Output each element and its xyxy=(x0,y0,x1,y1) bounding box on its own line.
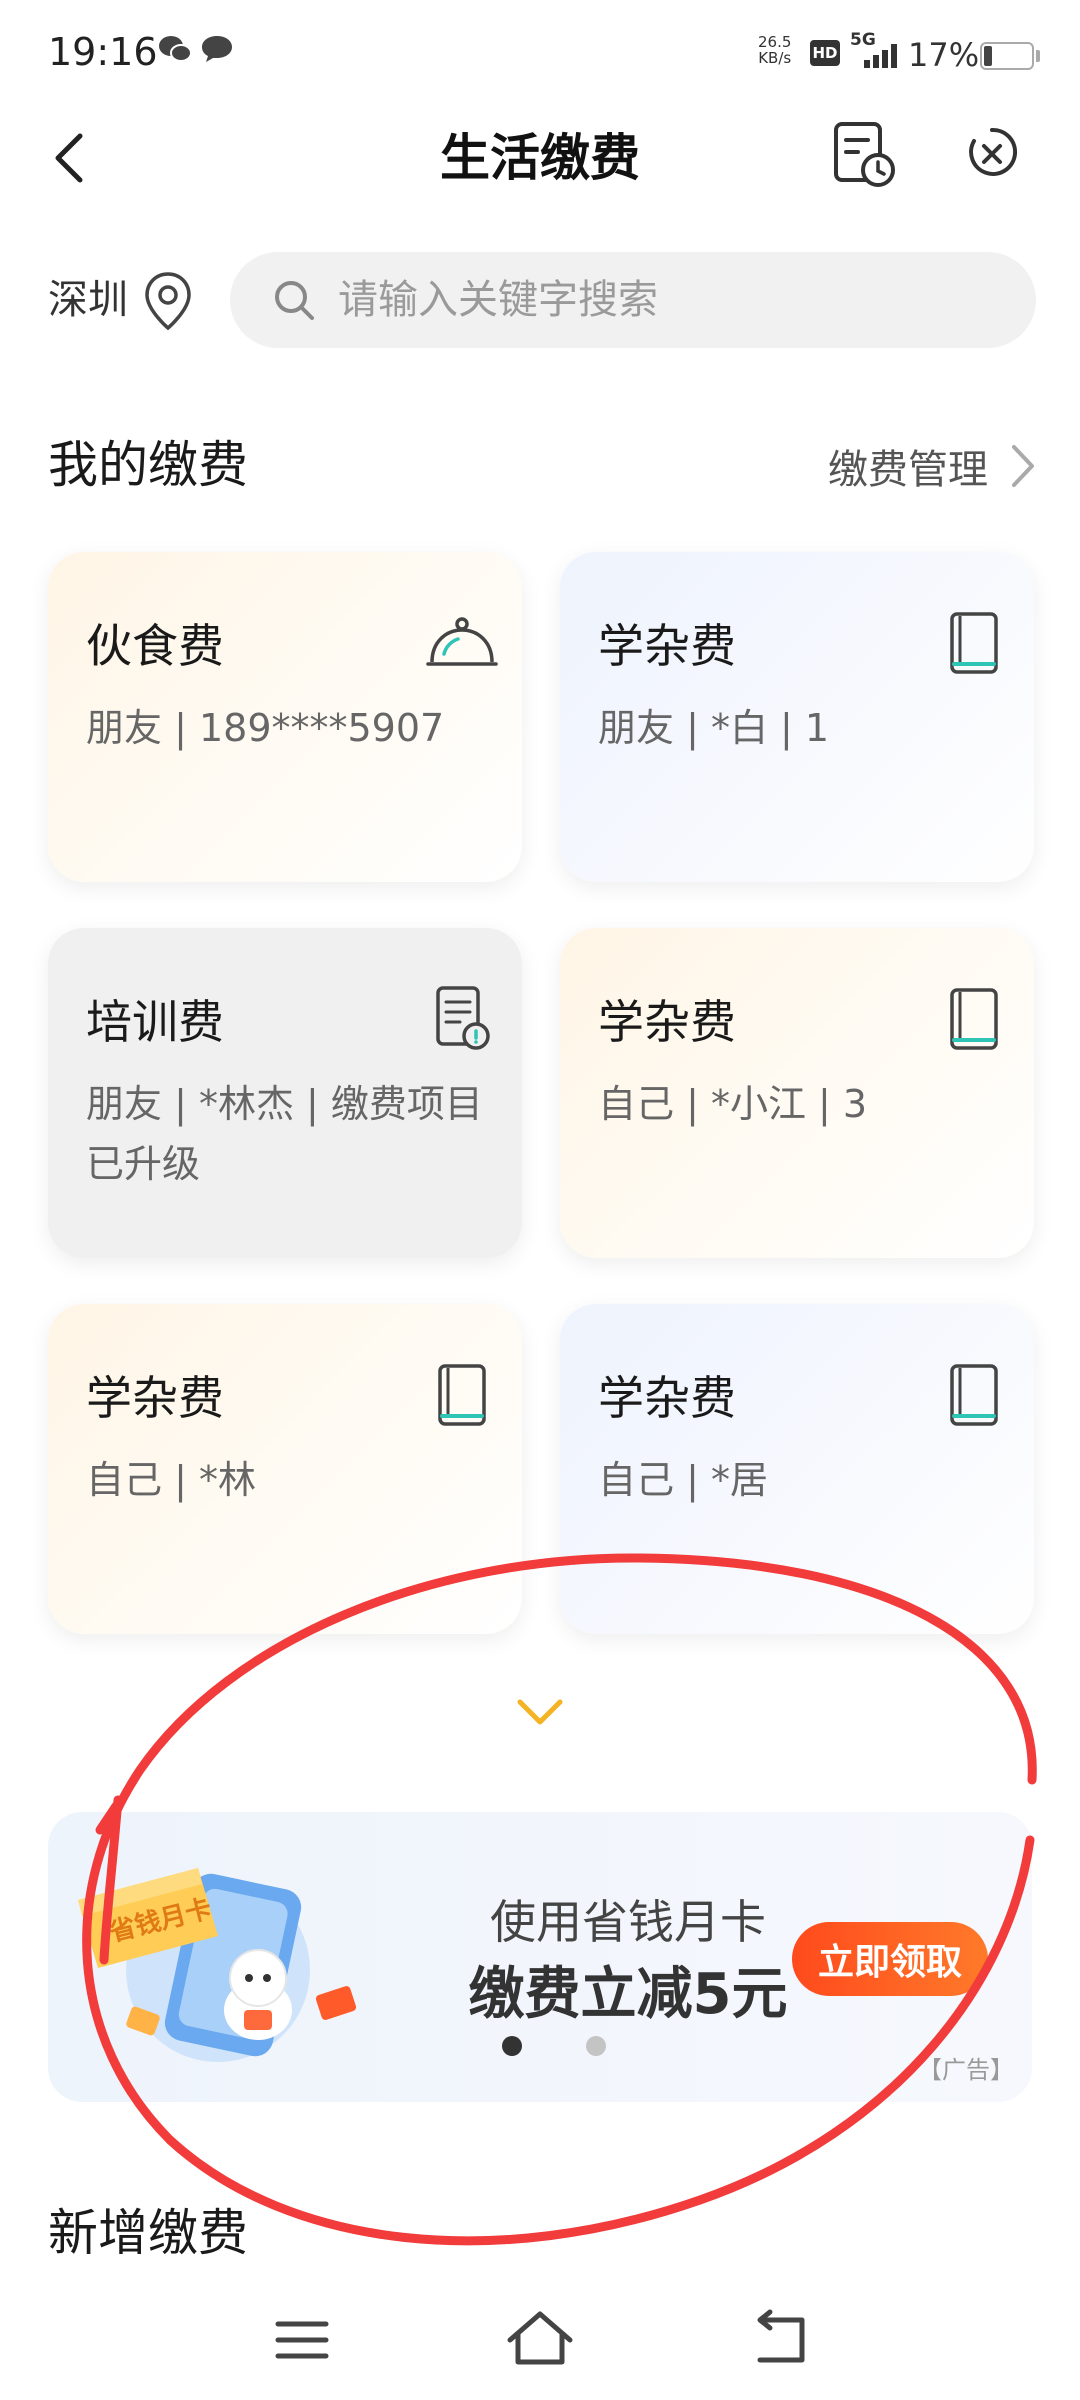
banner-headline: 使用省钱月卡 xyxy=(490,1895,766,1949)
bill-clock-icon xyxy=(834,122,895,187)
payment-card-title: 学杂费 xyxy=(598,1371,736,1425)
close-circle-icon xyxy=(969,127,1018,176)
carousel-dot-active xyxy=(502,2036,522,2056)
menu-icon[interactable] xyxy=(262,2302,342,2378)
banner-offer: 缴费立减5元 xyxy=(468,1962,788,2027)
payment-card-subtitle: 自己 | *居 xyxy=(598,1458,768,1502)
hd-badge: HD xyxy=(810,40,840,66)
message-icon xyxy=(202,36,232,62)
chevron-right-icon xyxy=(1012,445,1034,487)
payment-card[interactable]: 学杂费 自己 | *小江 | 3 xyxy=(560,928,1034,1258)
battery-icon xyxy=(980,42,1034,70)
book-icon xyxy=(950,988,998,1050)
expand-chevron-down-icon[interactable] xyxy=(514,1694,566,1730)
payment-history-button[interactable] xyxy=(822,114,902,194)
payment-management-label: 缴费管理 xyxy=(828,447,988,493)
payment-card-subtitle: 自己 | *小江 | 3 xyxy=(598,1082,868,1126)
signal-icon xyxy=(864,44,897,68)
payment-management-link[interactable]: 缴费管理 xyxy=(828,436,1036,496)
system-nav-bar xyxy=(0,2280,1080,2400)
document-alert-icon xyxy=(436,986,490,1050)
payment-card-title: 伙食费 xyxy=(86,619,224,673)
search-bar[interactable] xyxy=(230,252,1036,348)
search-icon xyxy=(275,281,314,320)
book-icon xyxy=(950,1364,998,1426)
ad-label: 【广告】 xyxy=(918,2056,1014,2084)
header: 生活缴费 xyxy=(0,108,1080,224)
payment-card[interactable]: 学杂费 朋友 | *白 | 1 xyxy=(560,552,1034,882)
payment-card-subtitle: 朋友 | *白 | 1 xyxy=(598,706,830,750)
network-speed-unit: KB/s xyxy=(758,49,792,67)
payment-card[interactable]: 学杂费 自己 | *林 xyxy=(48,1304,522,1634)
my-payments-title: 我的缴费 xyxy=(48,436,248,494)
home-icon[interactable] xyxy=(500,2302,580,2378)
city-selector[interactable]: 深圳 xyxy=(48,268,128,332)
promo-banner[interactable]: 省钱月卡 使用省钱月卡 缴费立减5元 立即领取 【广告】 xyxy=(48,1812,1032,2102)
payment-card-subtitle: 朋友 | 189****5907 xyxy=(86,706,445,750)
search-input[interactable] xyxy=(338,252,998,348)
claim-now-button[interactable]: 立即领取 xyxy=(792,1922,988,1996)
payment-card[interactable]: 学杂费 自己 | *居 xyxy=(560,1304,1034,1634)
service-bell-icon xyxy=(426,617,498,666)
carousel-indicator xyxy=(488,2034,608,2058)
payment-card-subtitle: 自己 | *林 xyxy=(86,1458,256,1502)
wechat-icon xyxy=(159,36,192,62)
battery-percent: 17% xyxy=(908,36,980,74)
savings-card-illustration: 省钱月卡 xyxy=(78,1868,357,2062)
carousel-dot xyxy=(586,2036,606,2056)
network-speed: 26.5 KB/s xyxy=(758,34,791,66)
new-payment-title: 新增缴费 xyxy=(48,2204,248,2262)
network-speed-value: 26.5 xyxy=(758,33,792,51)
payment-card-title: 学杂费 xyxy=(86,1371,224,1425)
back-nav-icon[interactable] xyxy=(742,2302,822,2378)
payment-card[interactable]: 伙食费 朋友 | 189****5907 xyxy=(48,552,522,882)
payment-card-subtitle: 朋友 | *林杰 | 缴费项目已升级 xyxy=(86,1082,483,1186)
location-pin-icon[interactable] xyxy=(140,270,196,332)
payment-card-title: 学杂费 xyxy=(598,995,736,1049)
payment-card-title: 学杂费 xyxy=(598,619,736,673)
page-title: 生活缴费 xyxy=(440,129,640,187)
status-time: 19:16 xyxy=(48,30,158,74)
close-button[interactable] xyxy=(952,114,1032,194)
status-bar: 19:16 26.5 KB/s HD 5G 17% xyxy=(0,0,1080,108)
book-icon xyxy=(438,1364,486,1426)
payment-card-title: 培训费 xyxy=(86,995,224,1049)
book-icon xyxy=(950,612,998,674)
payment-card[interactable]: 培训费 朋友 | *林杰 | 缴费项目已升级 xyxy=(48,928,522,1258)
